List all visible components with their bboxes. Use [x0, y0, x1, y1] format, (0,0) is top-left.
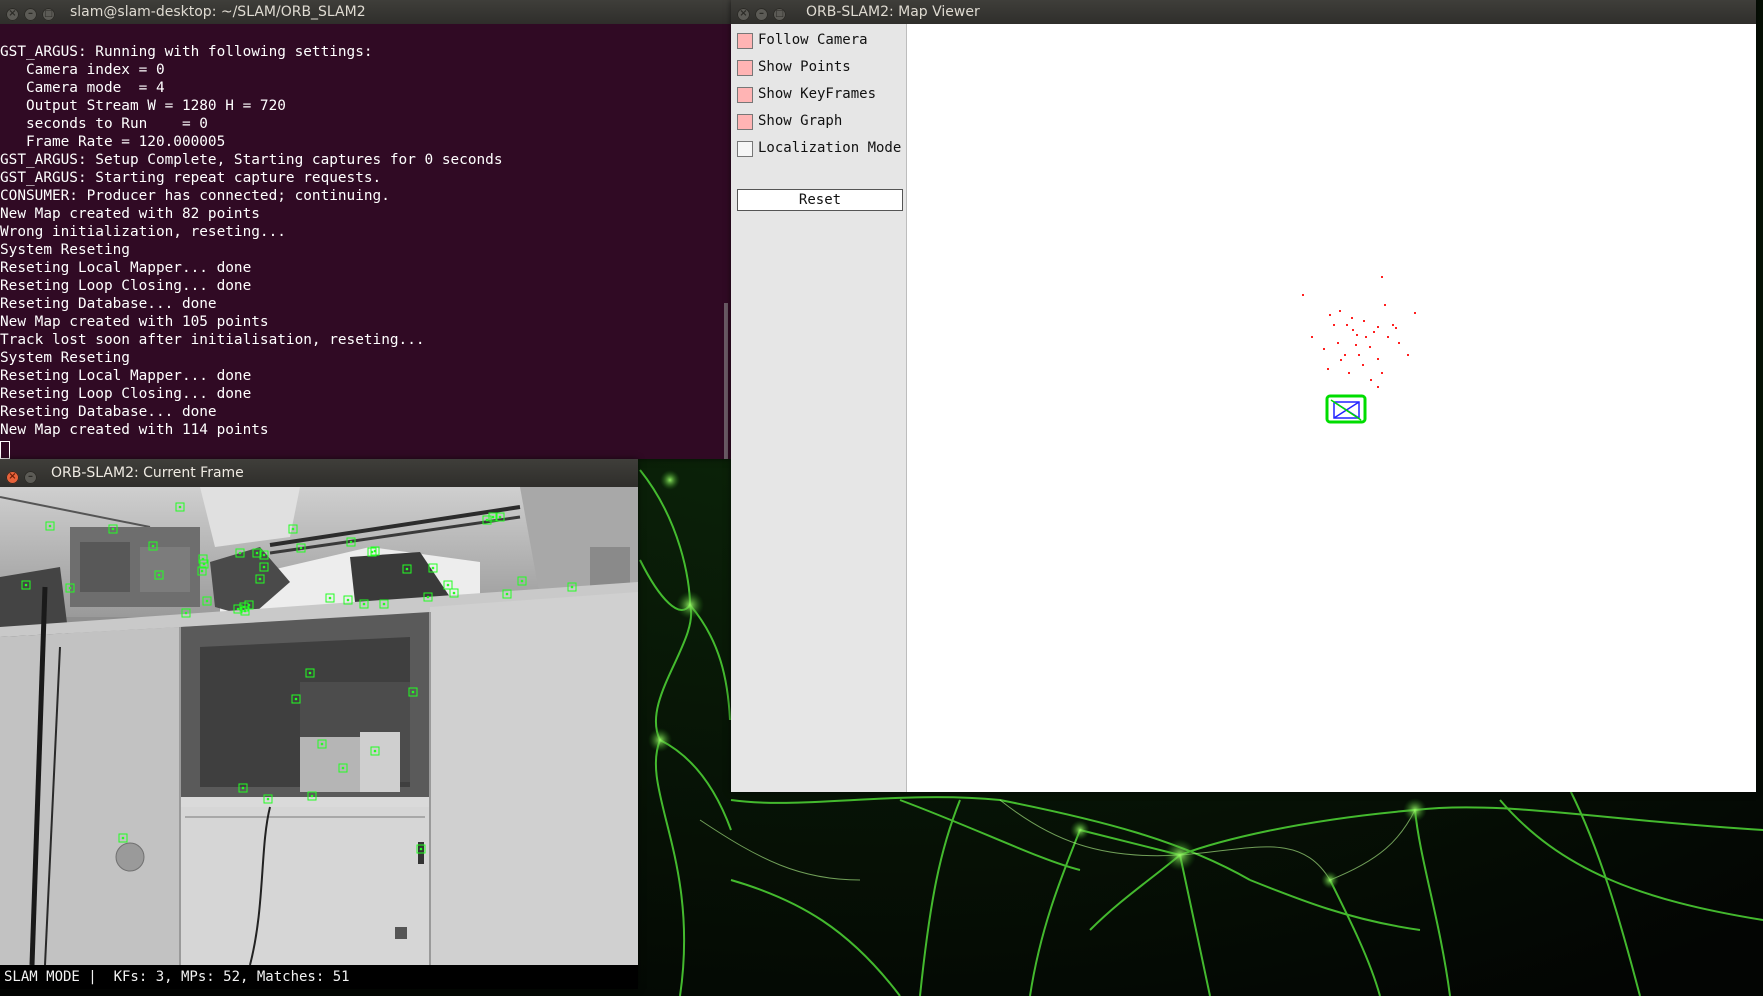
terminal-line: New Map created with 114 points — [0, 422, 269, 438]
minimize-icon[interactable] — [24, 7, 37, 21]
map-point — [1377, 358, 1379, 360]
terminal-line: Reseting Loop Closing... done — [0, 278, 252, 294]
checkbox-icon[interactable] — [737, 60, 753, 76]
option-label: Follow Camera — [758, 32, 868, 48]
terminal-output[interactable]: GST_ARGUS: Running with following settin… — [0, 24, 731, 459]
terminal-title: slam@slam-desktop: ~/SLAM/ORB_SLAM2 — [70, 4, 366, 20]
map-point — [1355, 344, 1357, 346]
map-point — [1352, 329, 1354, 331]
map-point — [1377, 326, 1379, 328]
map-point — [1337, 342, 1339, 344]
terminal-line: Camera index = 0 — [0, 62, 165, 78]
map-point — [1407, 354, 1409, 356]
current-frame-title: ORB-SLAM2: Current Frame — [51, 465, 244, 481]
terminal-line: Reseting Database... done — [0, 296, 217, 312]
map-viewer-menu-panel: Follow Camera Show Points Show KeyFrames… — [731, 24, 907, 792]
terminal-line: GST_ARGUS: Setup Complete, Starting capt… — [0, 152, 503, 168]
terminal-line: GST_ARGUS: Running with following settin… — [0, 44, 373, 60]
map-canvas[interactable] — [907, 24, 1756, 792]
minimize-icon[interactable] — [24, 470, 37, 484]
map-point — [1329, 314, 1331, 316]
terminal-line: New Map created with 82 points — [0, 206, 260, 222]
terminal-line: Wrong initialization, reseting... — [0, 224, 286, 240]
map-point — [1377, 386, 1379, 388]
terminal-line: CONSUMER: Producer has connected; contin… — [0, 188, 390, 204]
map-point — [1392, 324, 1394, 326]
terminal-line: Frame Rate = 120.000005 — [0, 134, 226, 150]
map-point — [1346, 324, 1348, 326]
map-point — [1365, 336, 1367, 338]
map-point — [1395, 327, 1397, 329]
terminal-scrollbar[interactable] — [724, 303, 728, 459]
option-label: Show Points — [758, 59, 851, 75]
checkbox-icon[interactable] — [737, 33, 753, 49]
terminal-line: Reseting Local Mapper... done — [0, 368, 252, 384]
map-point — [1363, 320, 1365, 322]
terminal-line: seconds to Run = 0 — [0, 116, 208, 132]
checkbox-icon[interactable] — [737, 114, 753, 130]
close-icon[interactable] — [737, 7, 750, 21]
option-label: Show KeyFrames — [758, 86, 877, 102]
map-point — [1344, 354, 1346, 356]
reset-button[interactable]: Reset — [737, 189, 903, 211]
map-point — [1340, 359, 1342, 361]
maximize-icon[interactable] — [773, 7, 786, 21]
map-point — [1356, 334, 1358, 336]
terminal-line: New Map created with 105 points — [0, 314, 269, 330]
map-point — [1369, 346, 1371, 348]
close-icon[interactable] — [6, 470, 19, 484]
camera-image — [0, 487, 638, 965]
terminal-window[interactable]: slam@slam-desktop: ~/SLAM/ORB_SLAM2 GST_… — [0, 0, 731, 459]
maximize-icon[interactable] — [42, 7, 55, 21]
map-point — [1358, 354, 1360, 356]
minimize-icon[interactable] — [755, 7, 768, 21]
map-point — [1387, 336, 1389, 338]
map-point — [1302, 294, 1304, 296]
map-point — [1381, 372, 1383, 374]
terminal-line: GST_ARGUS: Starting repeat capture reque… — [0, 170, 382, 186]
map-points — [1302, 276, 1416, 388]
map-point — [1381, 276, 1383, 278]
terminal-line: Reseting Database... done — [0, 404, 217, 420]
terminal-titlebar[interactable]: slam@slam-desktop: ~/SLAM/ORB_SLAM2 — [0, 0, 731, 24]
map-point — [1348, 372, 1350, 374]
terminal-line: Reseting Local Mapper... done — [0, 260, 252, 276]
terminal-line: System Reseting — [0, 350, 130, 366]
map-point — [1327, 368, 1329, 370]
option-label: Localization Mode — [758, 140, 902, 156]
map-viewer-title: ORB-SLAM2: Map Viewer — [806, 4, 980, 20]
terminal-line: Track lost soon after initialisation, re… — [0, 332, 425, 348]
checkbox-icon[interactable] — [737, 141, 753, 157]
current-frame-titlebar[interactable]: ORB-SLAM2: Current Frame — [0, 459, 638, 487]
map-point — [1333, 324, 1335, 326]
map-point — [1362, 364, 1364, 366]
map-point — [1384, 304, 1386, 306]
terminal-line: Output Stream W = 1280 H = 720 — [0, 98, 286, 114]
map-point — [1323, 348, 1325, 350]
map-point — [1370, 379, 1372, 381]
camera-scene — [0, 487, 638, 965]
terminal-cursor — [0, 441, 10, 459]
option-label: Show Graph — [758, 113, 843, 129]
map-render — [1302, 276, 1416, 424]
current-camera-frame — [1325, 394, 1367, 424]
map-point — [1414, 312, 1416, 314]
map-point — [1339, 310, 1341, 312]
map-point — [1311, 336, 1313, 338]
close-icon[interactable] — [6, 7, 19, 21]
map-point — [1351, 317, 1353, 319]
map-point — [1373, 331, 1375, 333]
terminal-line: Reseting Loop Closing... done — [0, 386, 252, 402]
slam-status-bar: SLAM MODE | KFs: 3, MPs: 52, Matches: 51 — [0, 965, 638, 989]
map-viewer-window[interactable]: ORB-SLAM2: Map Viewer Follow Camera Show… — [731, 0, 1756, 792]
map-point — [1398, 342, 1400, 344]
current-frame-window[interactable]: ORB-SLAM2: Current Frame — [0, 459, 638, 989]
terminal-line: System Reseting — [0, 242, 130, 258]
terminal-line: Camera mode = 4 — [0, 80, 165, 96]
checkbox-icon[interactable] — [737, 87, 753, 103]
map-viewer-titlebar[interactable]: ORB-SLAM2: Map Viewer — [731, 0, 1756, 24]
